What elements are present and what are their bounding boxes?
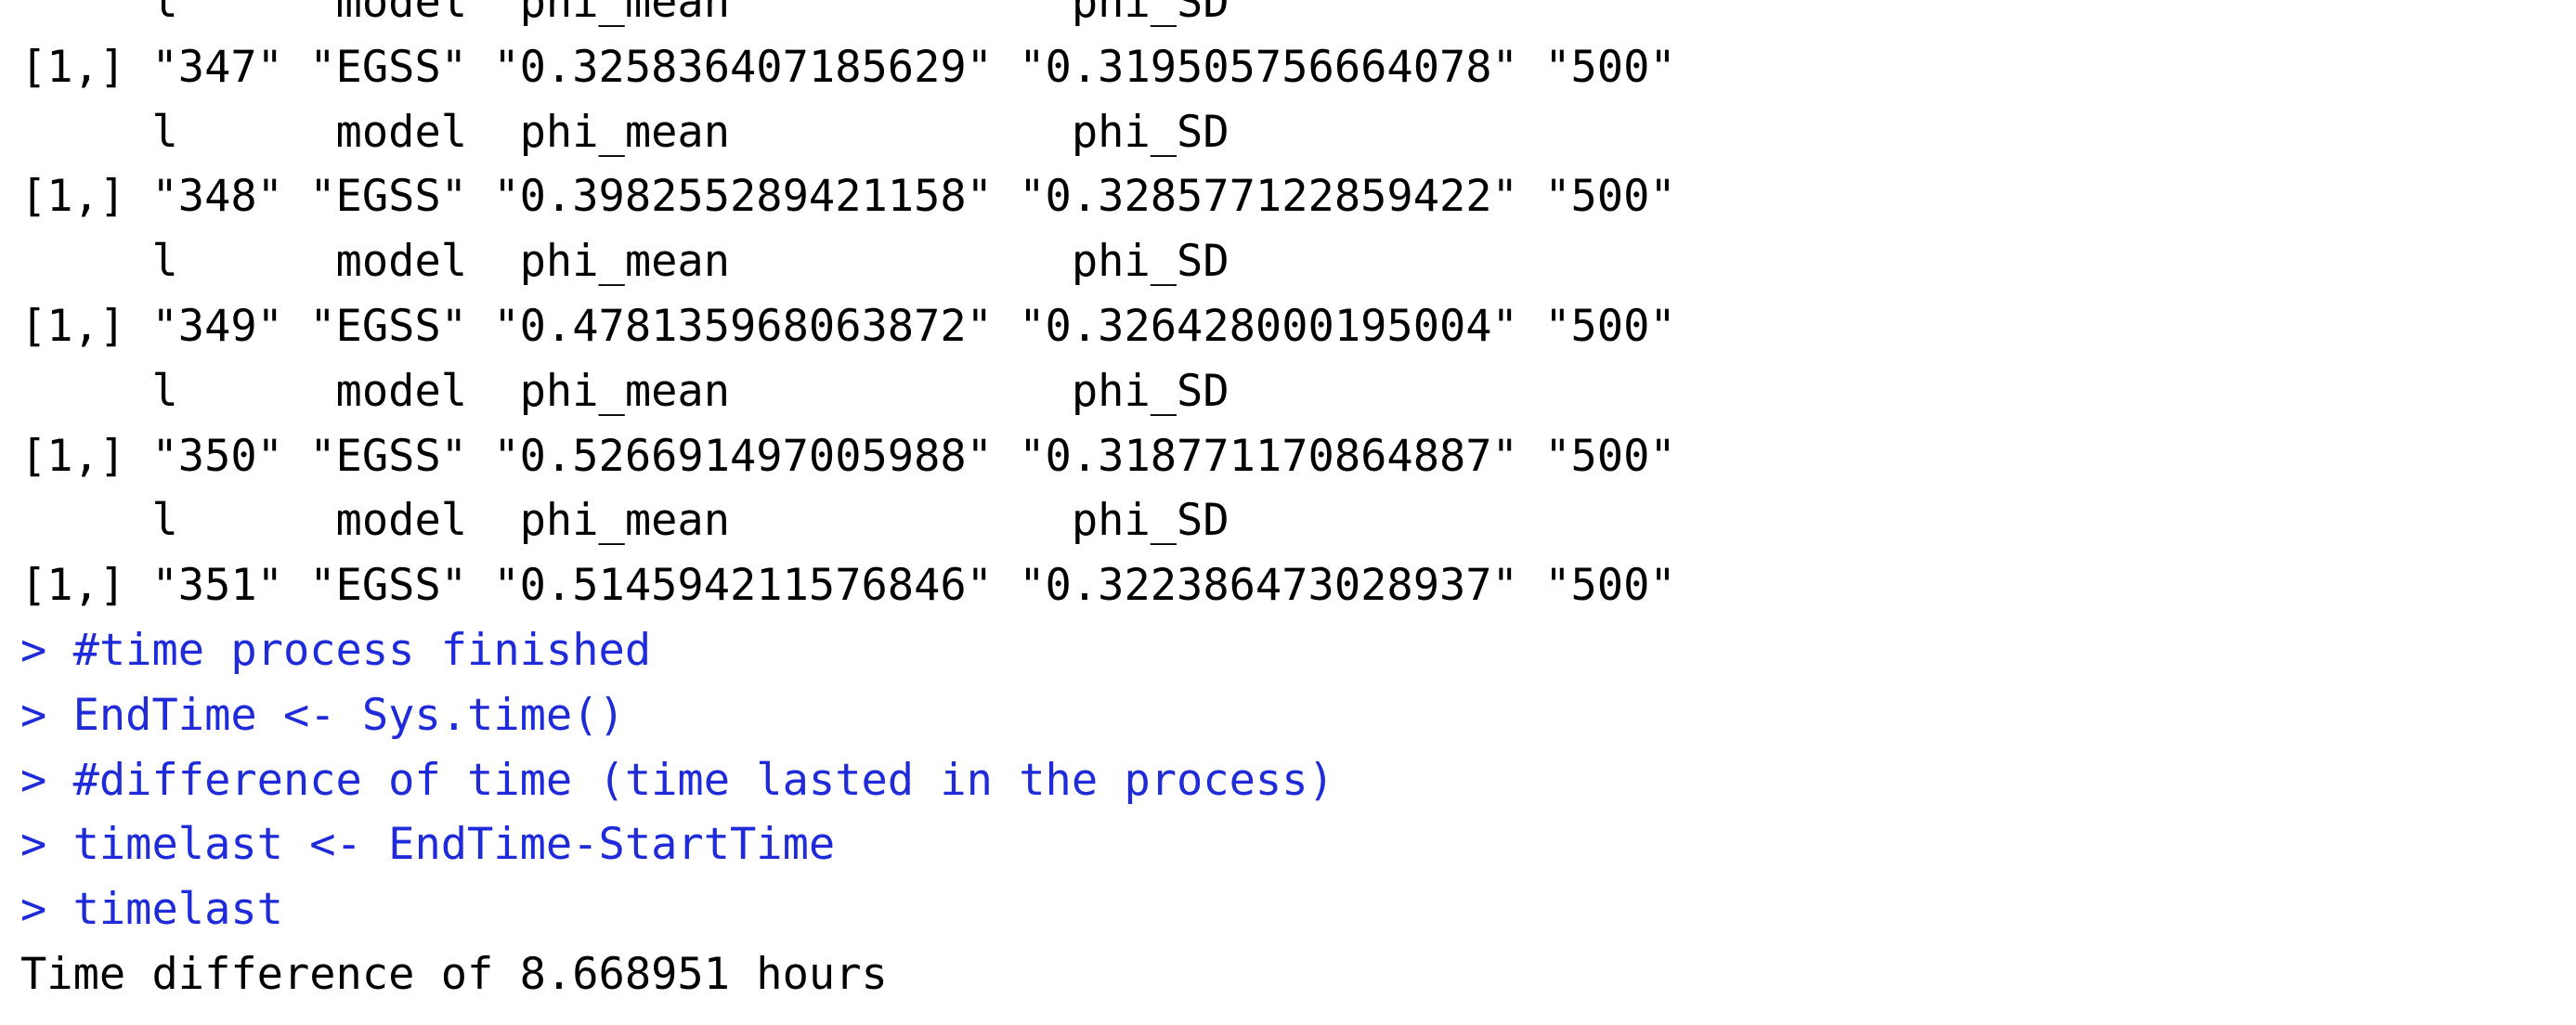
r-console[interactable]: l model phi_mean phi_SD [1,] "347" "EGSS…	[0, 0, 2576, 1025]
matrix-header-line: l model phi_mean phi_SD	[20, 365, 1229, 417]
console-command-line: > timelast <- EndTime-StartTime	[20, 819, 836, 871]
matrix-row-line: [1,] "347" "EGSS" "0.325836407185629" "0…	[20, 41, 1676, 93]
matrix-row-line: [1,] "348" "EGSS" "0.398255289421158" "0…	[20, 171, 1676, 223]
matrix-row-line: [1,] "349" "EGSS" "0.478135968063872" "0…	[20, 300, 1676, 352]
matrix-header-line: l model phi_mean phi_SD	[20, 0, 1229, 28]
console-command-line: > #difference of time (time lasted in th…	[20, 754, 1334, 806]
console-command-line: > #time process finished	[20, 624, 652, 676]
console-output-line: Time difference of 8.668951 hours	[20, 948, 888, 1000]
matrix-header-line: l model phi_mean phi_SD	[20, 106, 1229, 158]
matrix-row-line: [1,] "351" "EGSS" "0.514594211576846" "0…	[20, 560, 1676, 612]
matrix-row-line: [1,] "350" "EGSS" "0.526691497005988" "0…	[20, 430, 1676, 482]
matrix-header-line: l model phi_mean phi_SD	[20, 236, 1229, 288]
console-command-line: > EndTime <- Sys.time()	[20, 689, 625, 741]
console-command-line: > timelast	[20, 884, 283, 936]
matrix-header-line: l model phi_mean phi_SD	[20, 495, 1229, 547]
